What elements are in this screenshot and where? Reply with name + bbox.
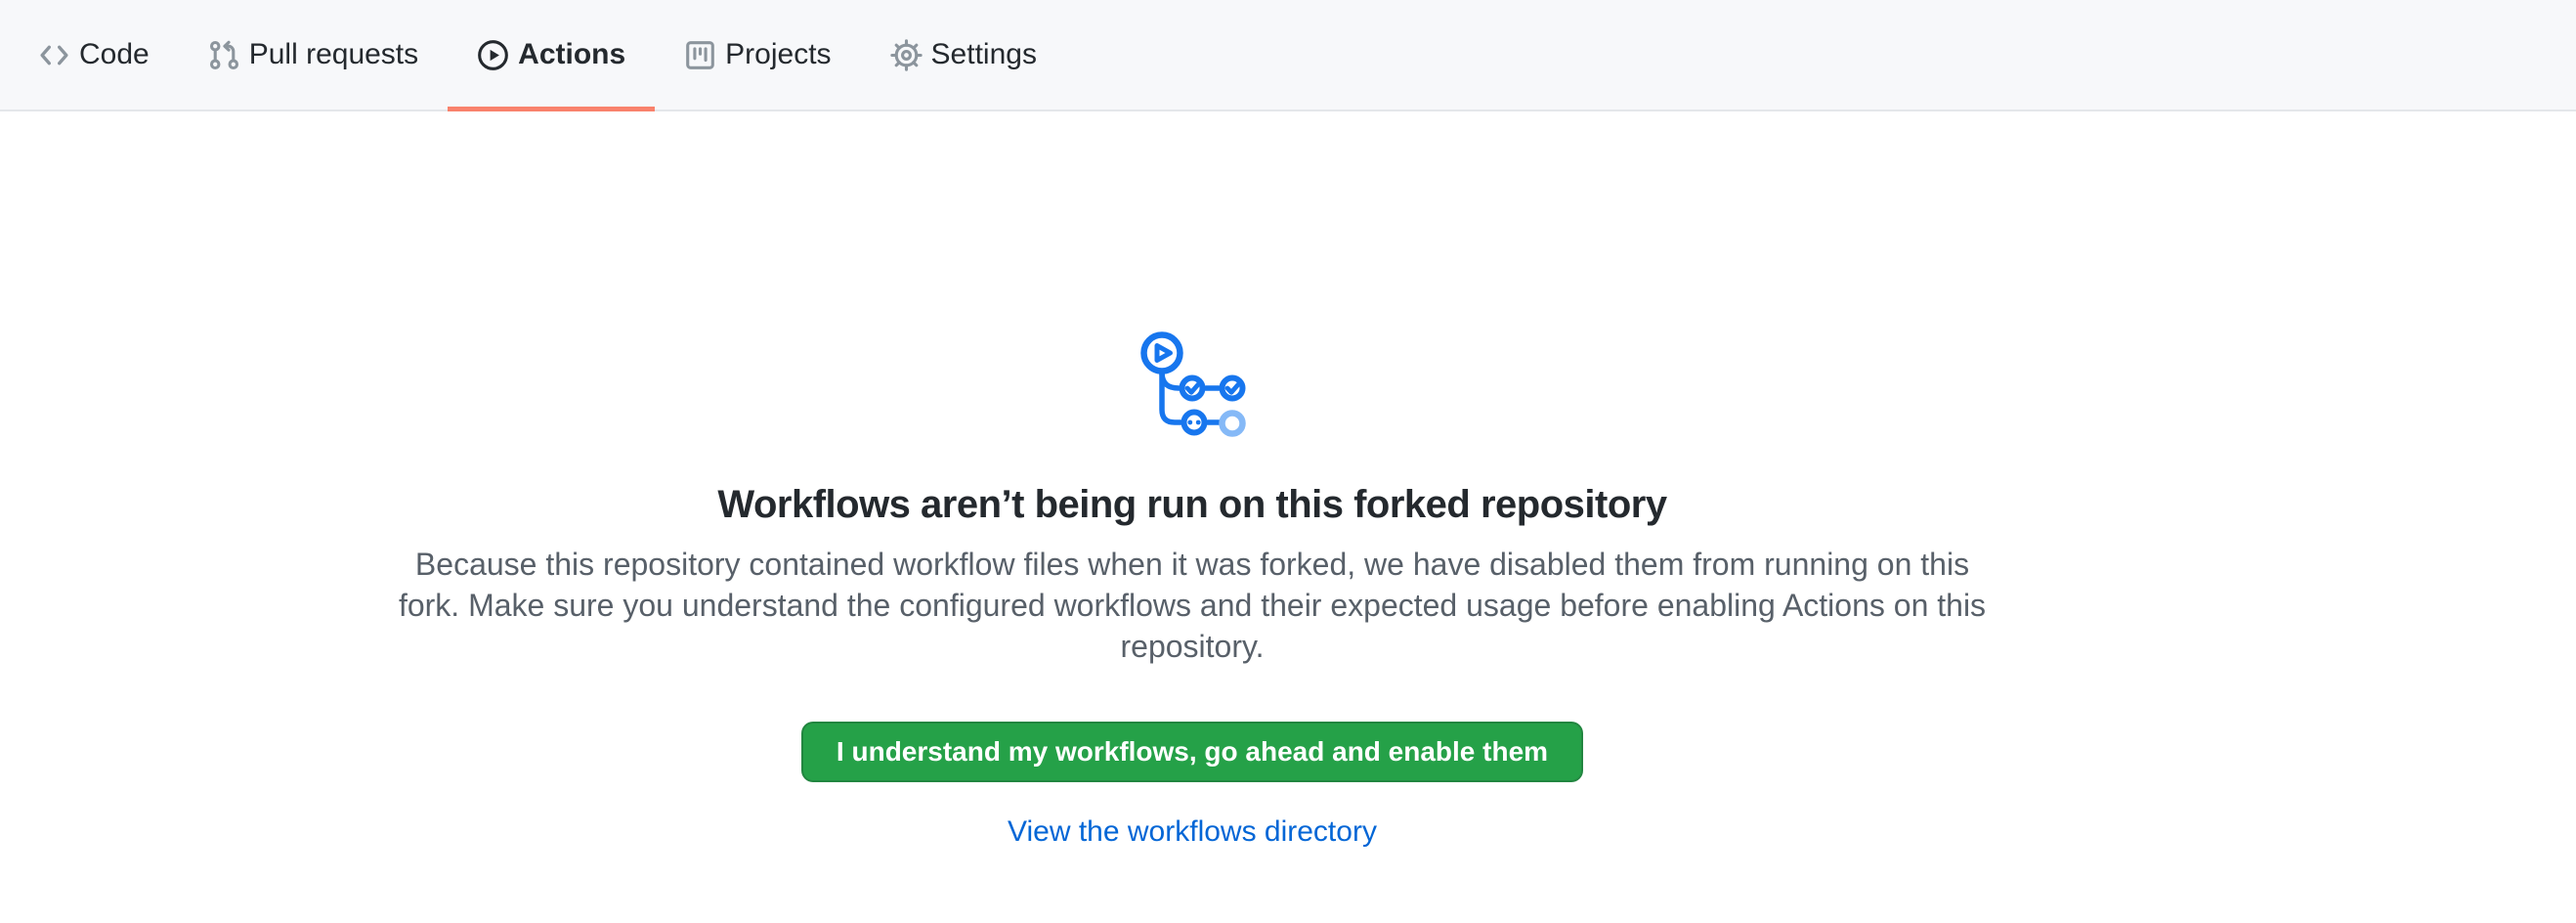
workflows-directory-link[interactable]: View the workflows directory bbox=[1008, 815, 1377, 848]
empty-state-heading: Workflows aren’t being run on this forke… bbox=[0, 481, 2384, 528]
gear-icon bbox=[890, 39, 923, 71]
project-board-icon bbox=[684, 39, 716, 71]
tab-actions[interactable]: Actions bbox=[448, 0, 655, 110]
code-icon bbox=[38, 39, 70, 71]
tab-code[interactable]: Code bbox=[9, 0, 179, 110]
tab-label: Actions bbox=[518, 40, 625, 69]
tab-label: Code bbox=[79, 40, 150, 69]
tab-settings[interactable]: Settings bbox=[861, 0, 1066, 110]
play-circle-icon bbox=[477, 39, 509, 71]
tab-label: Settings bbox=[931, 40, 1037, 69]
tab-label: Pull requests bbox=[249, 40, 418, 69]
git-pull-request-icon bbox=[208, 39, 240, 71]
workflow-graph-icon bbox=[0, 329, 2384, 440]
repo-tab-nav: Code Pull requests Actions bbox=[0, 0, 2576, 111]
tab-label: Projects bbox=[725, 40, 831, 69]
actions-disabled-panel: Workflows aren’t being run on this forke… bbox=[0, 111, 2384, 849]
enable-workflows-button[interactable]: I understand my workflows, go ahead and … bbox=[801, 722, 1583, 782]
empty-state-description: Because this repository contained workfl… bbox=[391, 544, 1994, 667]
tab-projects[interactable]: Projects bbox=[655, 0, 860, 110]
tab-pull-requests[interactable]: Pull requests bbox=[179, 0, 448, 110]
